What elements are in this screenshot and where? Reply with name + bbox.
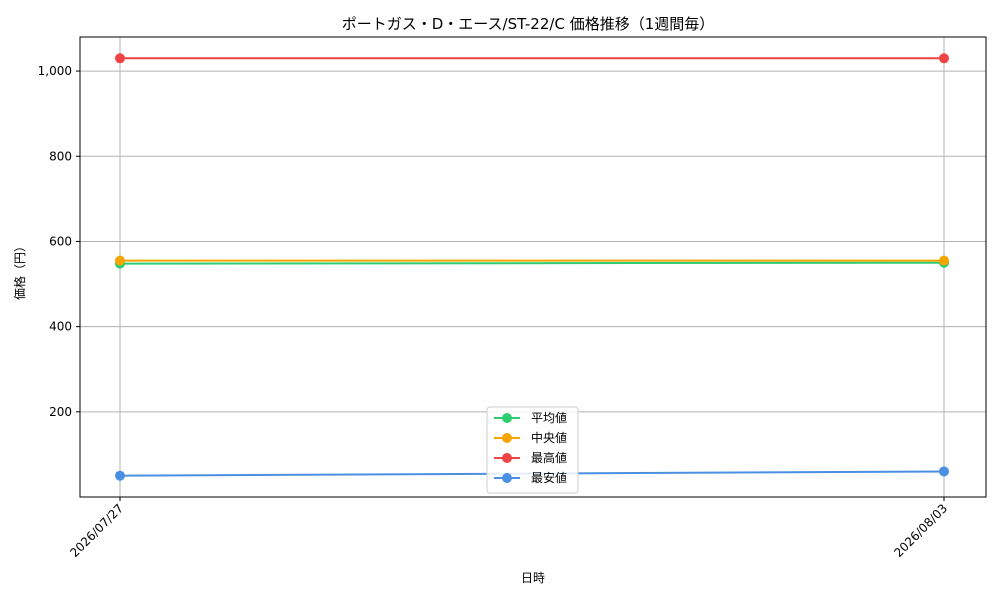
data-point [115,53,125,64]
line-chart: ポートガス・D・エース/ST-22/C 価格推移（1週間毎） 200 400 600… [12,15,987,585]
chart-title: ポートガス・D・エース/ST-22/C 価格推移（1週間毎） [342,15,715,33]
y-tick-label: 600 [49,234,72,248]
y-tick-label: 400 [49,320,72,334]
data-point [939,255,949,266]
legend-swatch-marker [502,433,512,443]
chart-container: ポートガス・D・エース/ST-22/C 価格推移（1週間毎） 200 400 600… [0,0,1000,600]
legend-label: 最安値 [531,470,567,485]
legend-swatch-marker [502,413,512,423]
x-tick-label: 2026/07/27 [67,501,126,560]
legend-label: 中央値 [531,430,567,445]
legend-swatch-marker [502,453,512,463]
data-point [115,470,125,481]
data-point [939,466,949,477]
data-point [115,255,125,266]
series-line [119,261,945,265]
data-point [939,53,949,64]
legend-swatch-marker [502,473,512,483]
x-axis-label: 日時 [521,571,545,585]
x-tick-label: 2026/08/03 [891,501,950,560]
y-tick-label: 1,000 [38,64,72,78]
y-tick-label: 800 [49,149,72,163]
legend-label: 最高値 [531,450,567,465]
legend-label: 平均値 [531,410,567,425]
y-tick-label: 200 [49,405,72,419]
legend: 平均値中央値最高値最安値 [486,406,579,494]
y-axis-label: 価格（円） [12,240,27,300]
